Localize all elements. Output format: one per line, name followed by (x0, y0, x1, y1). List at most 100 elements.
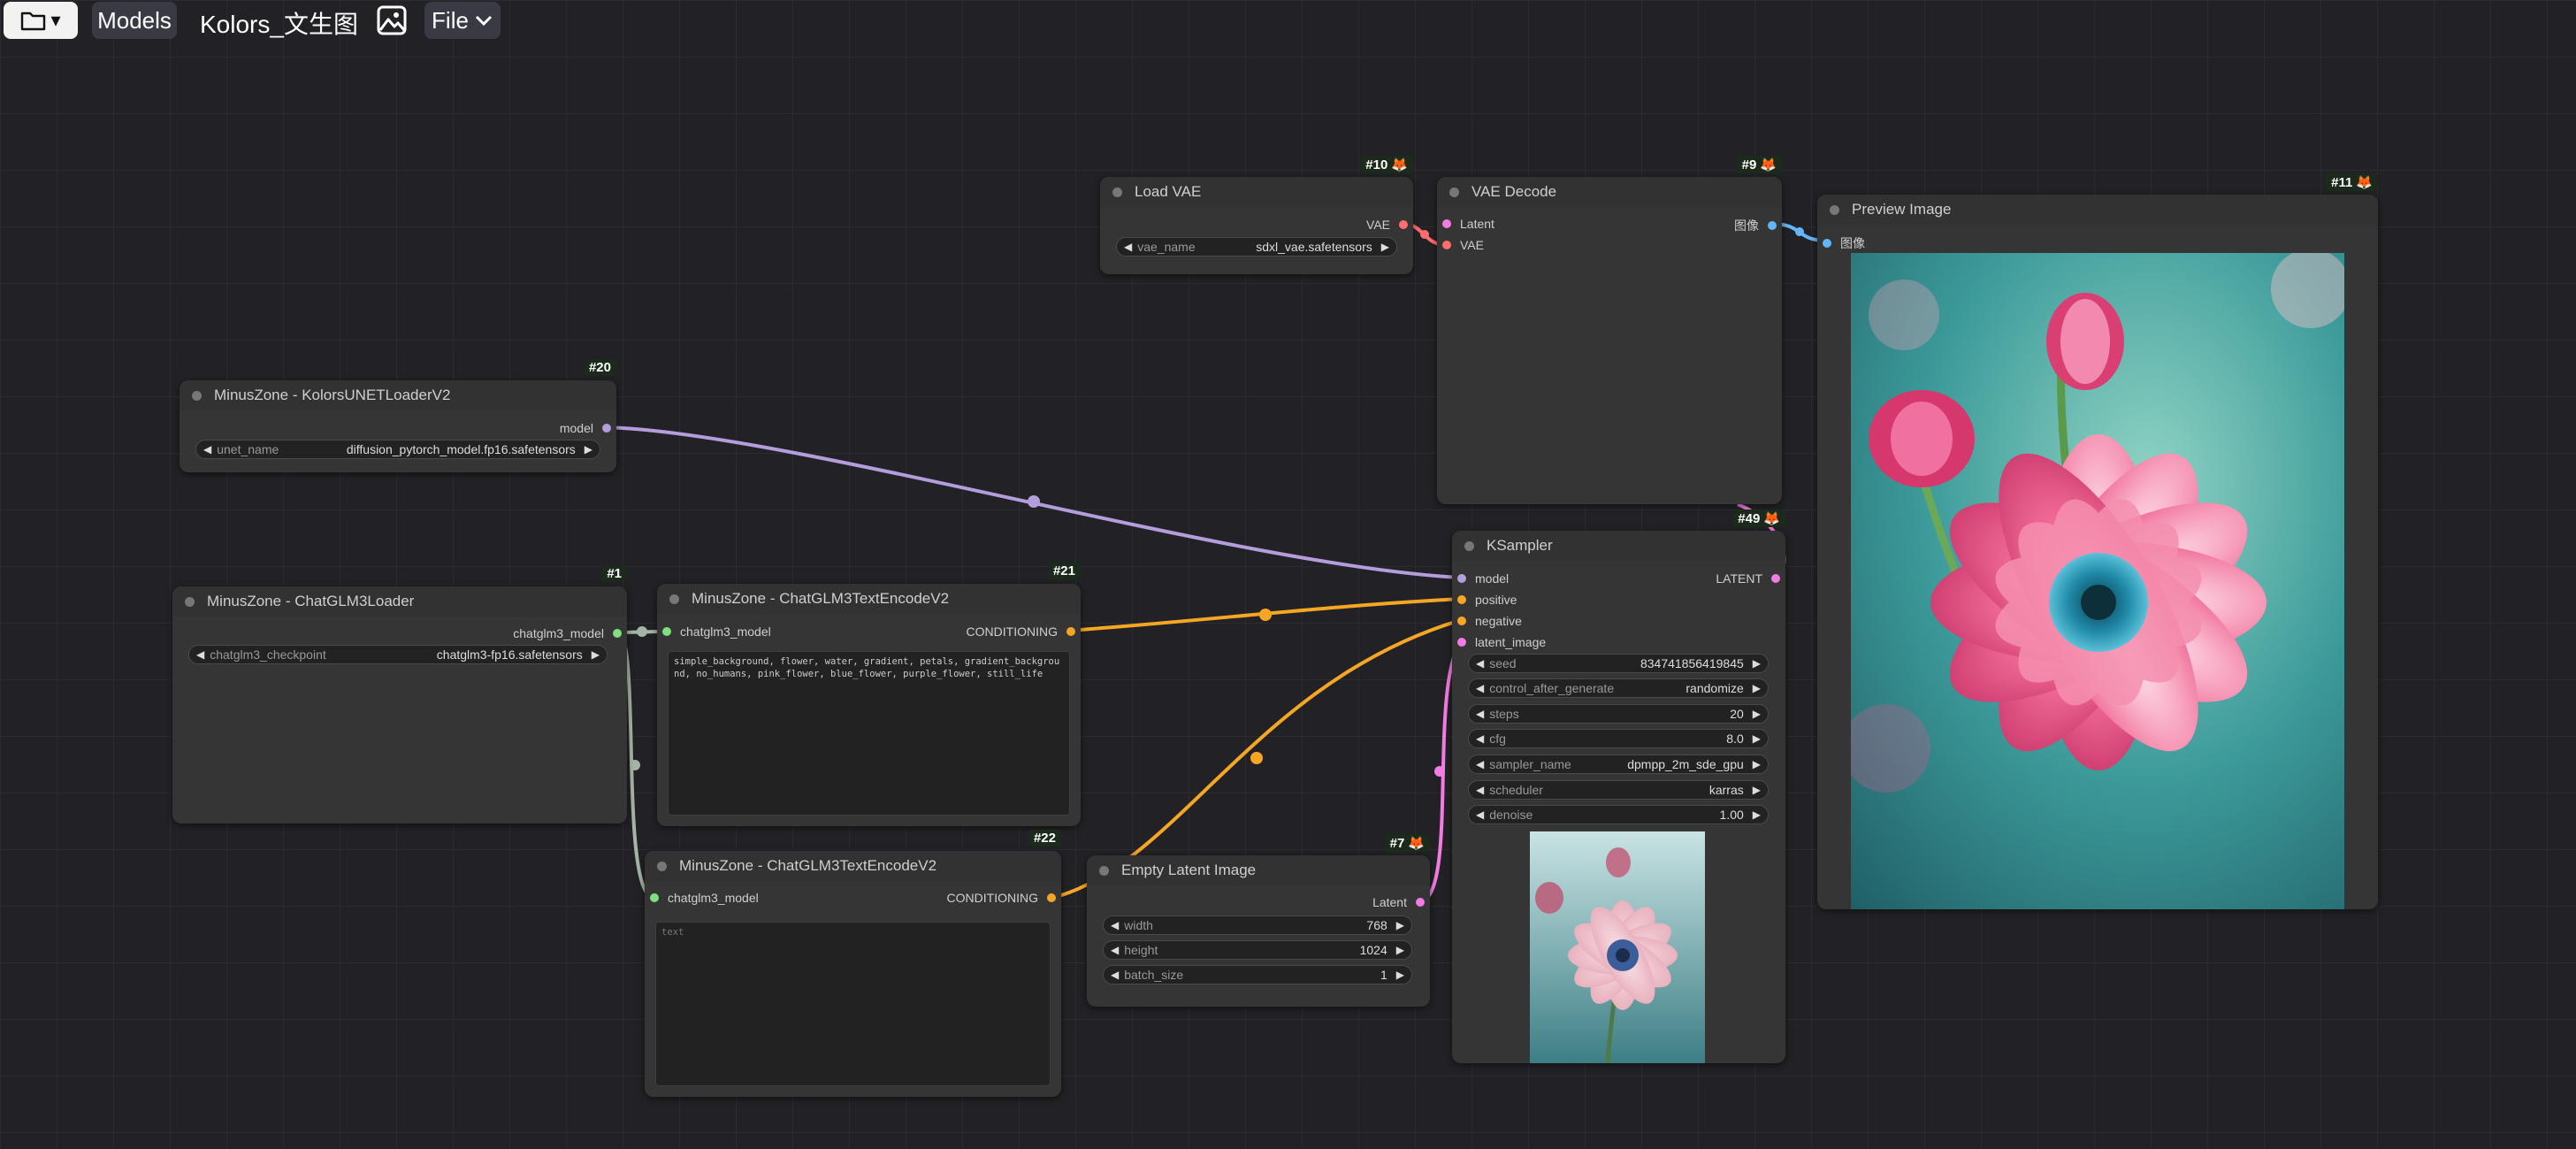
output-slot-latent[interactable]: Latent (1372, 895, 1425, 909)
output-slot-latent[interactable]: LATENT (1716, 571, 1780, 586)
arrow-left-icon[interactable]: ◀ (1476, 708, 1484, 720)
link-positive[interactable] (1069, 597, 1462, 632)
arrow-left-icon[interactable]: ◀ (1476, 758, 1484, 770)
unet-name-combo[interactable]: ◀ unet_name diffusion_pytorch_model.fp16.s… (195, 440, 600, 459)
vae-name-combo[interactable]: ◀ vae_name sdxl_vae.safetensors ▶ (1116, 237, 1397, 257)
node-header[interactable]: MinusZone - ChatGLM3TextEncodeV2 (657, 584, 1081, 614)
slot-pin[interactable] (662, 627, 671, 636)
link-midpoint[interactable] (1795, 227, 1804, 236)
input-slot-vae[interactable]: VAE (1442, 238, 1484, 252)
file-menu-button[interactable]: File (424, 2, 501, 39)
prompt-textarea[interactable]: text (655, 922, 1051, 1086)
slot-pin[interactable] (1066, 627, 1075, 636)
steps-number[interactable]: ◀ steps 20 ▶ (1468, 704, 1769, 724)
arrow-left-icon[interactable]: ◀ (1476, 657, 1484, 670)
arrow-right-icon[interactable]: ▶ (585, 443, 592, 456)
node-header[interactable]: KSampler (1452, 531, 1785, 561)
collapse-dot-icon[interactable] (657, 861, 667, 871)
seed-number[interactable]: ◀ seed 834741856419845 ▶ (1468, 654, 1769, 673)
width-number[interactable]: ◀ width 768 ▶ (1103, 915, 1412, 935)
link-midpoint[interactable] (637, 626, 647, 637)
arrow-left-icon[interactable]: ◀ (1111, 969, 1119, 981)
slot-pin[interactable] (650, 893, 659, 902)
slot-pin[interactable] (1771, 574, 1780, 583)
arrow-right-icon[interactable]: ▶ (592, 648, 600, 661)
image-icon[interactable] (375, 4, 409, 37)
arrow-left-icon[interactable]: ◀ (196, 648, 204, 661)
control-after-generate-combo[interactable]: ◀ control_after_generate randomize ▶ (1468, 678, 1769, 698)
collapse-dot-icon[interactable] (1449, 187, 1459, 197)
arrow-right-icon[interactable]: ▶ (1396, 944, 1404, 956)
prompt-textarea[interactable]: simple_background, flower, water, gradie… (668, 651, 1070, 816)
node-header[interactable]: MinusZone - ChatGLM3Loader (172, 586, 627, 617)
slot-pin[interactable] (1047, 893, 1056, 902)
input-slot-latent-image[interactable]: latent_image (1457, 635, 1546, 649)
link-midpoint[interactable] (1434, 766, 1445, 777)
arrow-right-icon[interactable]: ▶ (1753, 732, 1761, 745)
input-slot-positive[interactable]: positive (1457, 593, 1517, 607)
node-header[interactable]: VAE Decode (1437, 177, 1782, 207)
collapse-dot-icon[interactable] (1464, 540, 1474, 551)
node-ksampler[interactable]: #49 🦊 KSampler model positive negative la… (1452, 509, 1785, 1063)
height-number[interactable]: ◀ height 1024 ▶ (1103, 940, 1412, 960)
input-slot-model[interactable]: model (1457, 571, 1509, 586)
arrow-right-icon[interactable]: ▶ (1753, 758, 1761, 770)
collapse-dot-icon[interactable] (1099, 865, 1109, 876)
node-chatglm3-loader[interactable]: #1 MinusZone - ChatGLM3Loader chatglm3_m… (172, 565, 627, 823)
slot-pin[interactable] (1823, 239, 1831, 248)
node-text-encode-negative[interactable]: #22 MinusZone - ChatGLM3TextEncodeV2 cha… (645, 830, 1061, 1097)
output-slot-image[interactable]: 图像 (1734, 217, 1777, 234)
workflow-title[interactable]: Kolors_文生图 (200, 5, 358, 41)
node-preview-image[interactable]: #11 🦊 Preview Image 图像 (1817, 173, 2378, 909)
slot-pin[interactable] (1457, 595, 1466, 604)
models-button[interactable]: Models (92, 2, 177, 39)
arrow-left-icon[interactable]: ◀ (203, 443, 211, 456)
arrow-left-icon[interactable]: ◀ (1111, 919, 1119, 931)
arrow-right-icon[interactable]: ▶ (1753, 708, 1761, 720)
arrow-right-icon[interactable]: ▶ (1753, 784, 1761, 796)
arrow-right-icon[interactable]: ▶ (1381, 241, 1389, 253)
input-slot-negative[interactable]: negative (1457, 614, 1522, 628)
denoise-number[interactable]: ◀ denoise 1.00 ▶ (1468, 805, 1769, 824)
node-header[interactable]: MinusZone - KolorsUNETLoaderV2 (180, 380, 616, 410)
input-slot-image[interactable]: 图像 (1823, 234, 1865, 252)
slot-pin[interactable] (1442, 219, 1451, 228)
link-midpoint[interactable] (630, 760, 640, 770)
slot-pin[interactable] (1442, 241, 1451, 249)
node-text-encode-positive[interactable]: #21 MinusZone - ChatGLM3TextEncodeV2 cha… (657, 563, 1081, 826)
link-midpoint[interactable] (1259, 609, 1272, 621)
node-header[interactable]: Empty Latent Image (1087, 855, 1430, 885)
arrow-left-icon[interactable]: ◀ (1476, 784, 1484, 796)
slot-pin[interactable] (1457, 638, 1466, 647)
output-slot-vae[interactable]: VAE (1366, 218, 1408, 232)
slot-pin[interactable] (613, 629, 622, 638)
arrow-right-icon[interactable]: ▶ (1396, 969, 1404, 981)
node-kolors-unet-loader[interactable]: #20 MinusZone - KolorsUNETLoaderV2 model… (180, 359, 616, 472)
sampler-name-combo[interactable]: ◀ sampler_name dpmpp_2m_sde_gpu ▶ (1468, 755, 1769, 774)
node-header[interactable]: MinusZone - ChatGLM3TextEncodeV2 (645, 851, 1061, 881)
collapse-dot-icon[interactable] (669, 594, 679, 604)
cfg-number[interactable]: ◀ cfg 8.0 ▶ (1468, 729, 1769, 748)
arrow-left-icon[interactable]: ◀ (1124, 241, 1132, 253)
slot-pin[interactable] (602, 424, 611, 433)
node-load-vae[interactable]: #10 🦊 Load VAE VAE ◀ vae_name sdxl_vae.safe… (1100, 156, 1413, 274)
batch-size-number[interactable]: ◀ batch_size 1 ▶ (1103, 965, 1412, 984)
slot-pin[interactable] (1399, 220, 1408, 229)
arrow-left-icon[interactable]: ◀ (1476, 682, 1484, 694)
output-slot-model[interactable]: model (560, 421, 611, 435)
output-slot-conditioning[interactable]: CONDITIONING (947, 891, 1056, 905)
arrow-left-icon[interactable]: ◀ (1476, 808, 1484, 821)
output-slot-conditioning[interactable]: CONDITIONING (967, 624, 1075, 639)
arrow-right-icon[interactable]: ▶ (1753, 808, 1761, 821)
input-slot-chatglm3-model[interactable]: chatglm3_model (662, 624, 771, 639)
output-slot-chatglm3-model[interactable]: chatglm3_model (513, 626, 622, 640)
node-header[interactable]: Load VAE (1100, 177, 1413, 207)
collapse-dot-icon[interactable] (192, 390, 202, 401)
node-header[interactable]: Preview Image (1817, 195, 2378, 225)
link-midpoint[interactable] (1028, 495, 1040, 508)
node-empty-latent-image[interactable]: #7 🦊 Empty Latent Image Latent ◀ width 768 ▶… (1087, 834, 1430, 1007)
collapse-dot-icon[interactable] (185, 596, 195, 607)
link-midpoint[interactable] (1420, 230, 1429, 239)
collapse-dot-icon[interactable] (1112, 187, 1122, 197)
node-vae-decode[interactable]: #9 🦊 VAE Decode Latent VAE 图像 (1437, 156, 1782, 504)
